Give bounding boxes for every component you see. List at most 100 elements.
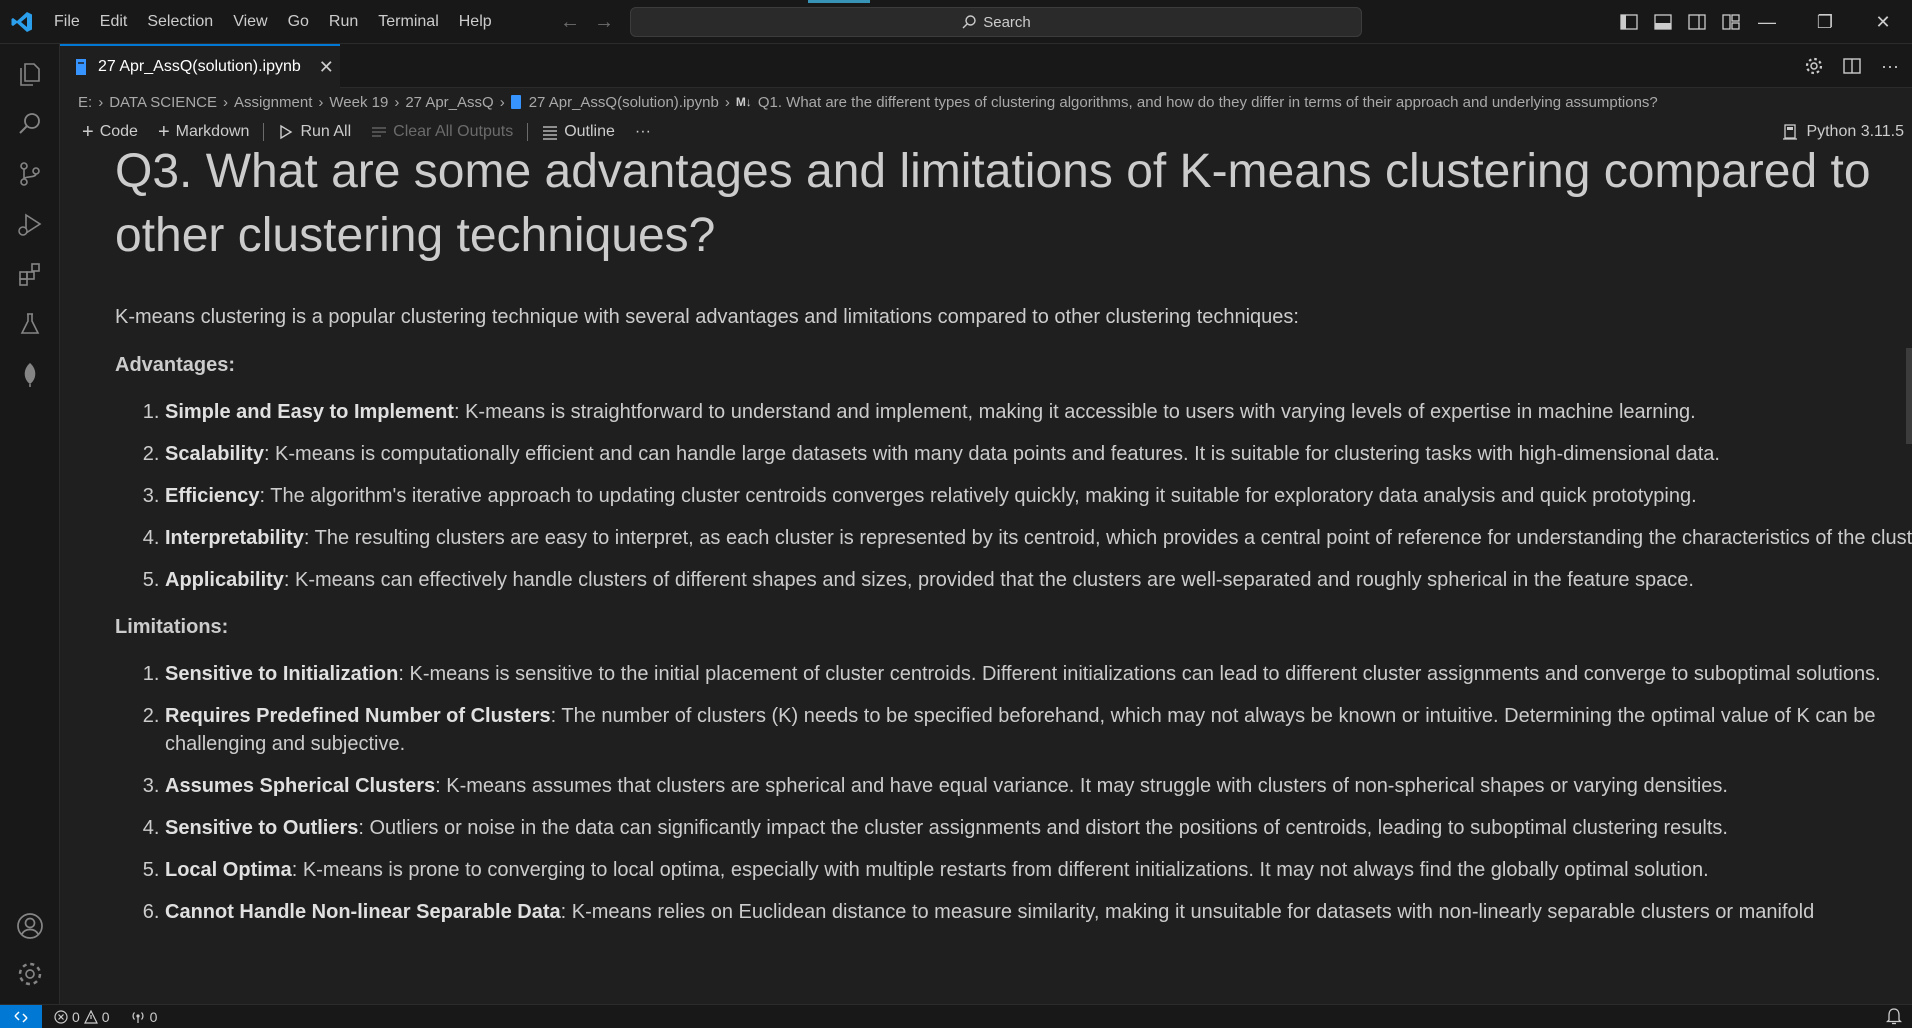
problems-indicator[interactable]: 0 0 [54,1009,110,1025]
broadcast-icon [132,1011,144,1023]
list-item: Efficiency: The algorithm's iterative ap… [165,482,1912,510]
menu-file[interactable]: File [44,0,90,44]
editor-tab[interactable]: 27 Apr_AssQ(solution).ipynb ✕ [60,44,340,88]
add-markdown-label: Markdown [175,123,250,140]
accent-mark [808,0,870,3]
breadcrumb-folder-assignment[interactable]: Assignment [234,94,312,111]
manage-gear-icon[interactable] [10,954,50,994]
tab-actions: ··· [1802,52,1902,80]
menu-selection[interactable]: Selection [137,0,223,44]
restore-icon[interactable]: ❐ [1796,0,1854,44]
explorer-icon[interactable] [10,54,50,94]
warning-count: 0 [101,1008,110,1025]
breadcrumb-folder-assq[interactable]: 27 Apr_AssQ [405,94,493,111]
window-controls: — ❐ ✕ [1738,0,1912,44]
markdown-cell[interactable]: Q3. What are some advantages and limitat… [115,148,1912,940]
run-all-label: Run All [300,123,352,140]
run-debug-icon[interactable] [10,204,50,244]
editor-tab-bar: 27 Apr_AssQ(solution).ipynb ✕ ··· [60,44,1912,88]
ports-indicator[interactable]: 0 [130,1008,158,1025]
kernel-picker[interactable]: Python 3.11.5 [1782,116,1904,148]
chevron-right-icon: › [394,93,400,111]
advantages-heading: Advantages: [115,354,236,376]
limitations-list: Sensitive to Initialization: K-means is … [115,660,1912,926]
cell-heading: Q3. What are some advantages and limitat… [115,148,1871,262]
leaf-icon[interactable] [10,354,50,394]
menu-terminal[interactable]: Terminal [368,0,448,44]
toolbar-more-button[interactable]: ··· [625,123,661,141]
outline-button[interactable]: Outline [532,123,625,141]
breadcrumb-heading[interactable]: Q1. What are the different types of clus… [758,94,1658,111]
notebook-file-icon [510,95,521,109]
chevron-right-icon: › [724,93,730,111]
list-item: Applicability: K-means can effectively h… [165,566,1912,594]
source-control-icon[interactable] [10,154,50,194]
markdown-icon: M↓ [735,95,752,109]
extensions-icon[interactable] [10,254,50,294]
limitations-heading: Limitations: [115,616,229,638]
search-label: Search [983,13,1031,31]
toggle-primary-sidebar-icon[interactable] [1618,8,1640,36]
toggle-panel-icon[interactable] [1652,8,1674,36]
tab-title: 27 Apr_AssQ(solution).ipynb [98,58,301,75]
menu-bar: File Edit Selection View Go Run Terminal… [44,0,502,44]
menu-go[interactable]: Go [278,0,319,44]
intro-paragraph: K-means clustering is a popular clusteri… [115,306,1299,328]
remote-indicator-icon[interactable] [0,1004,42,1028]
split-editor-icon[interactable] [1840,52,1864,80]
list-item: Sensitive to Outliers: Outliers or noise… [165,814,1912,842]
close-window-icon[interactable]: ✕ [1854,0,1912,44]
forward-arrow-icon[interactable]: → [592,8,616,36]
error-icon [54,1009,68,1024]
search-view-icon[interactable] [10,104,50,144]
breadcrumb: E: › DATA SCIENCE › Assignment › Week 19 › 2… [60,88,1912,116]
minimize-icon[interactable]: — [1738,0,1796,44]
add-code-cell-button[interactable]: + Code [72,121,148,144]
activity-bar [0,44,60,1004]
list-item: Interpretability: The resulting clusters… [165,524,1912,552]
clear-all-outputs-button[interactable]: Clear All Outputs [361,123,523,141]
command-center-search[interactable]: Search [630,7,1362,37]
scrollbar-thumb[interactable] [1906,348,1912,444]
chevron-right-icon: › [318,93,324,111]
list-item: Requires Predefined Number of Clusters: … [165,702,1912,758]
run-all-button[interactable]: Run All [268,123,361,141]
clear-all-icon [372,127,387,137]
notifications-bell-icon[interactable] [1885,1007,1903,1028]
ports-count: 0 [149,1008,158,1025]
list-item: Local Optima: K-means is prone to conver… [165,856,1912,884]
clear-all-outputs-label: Clear All Outputs [393,123,514,140]
advantages-list: Simple and Easy to Implement: K-means is… [115,398,1912,594]
plus-icon: + [82,120,94,143]
breadcrumb-folder-data-science[interactable]: DATA SCIENCE [109,94,217,111]
menu-view[interactable]: View [223,0,277,44]
notebook-toolbar: + Code + Markdown Run All Clear All Outp… [60,116,1912,148]
error-count: 0 [72,1008,80,1025]
warning-icon [83,1009,98,1024]
breadcrumb-file[interactable]: 27 Apr_AssQ(solution).ipynb [529,94,719,111]
ellipsis-icon: ··· [634,123,651,140]
add-code-label: Code [99,123,138,140]
vscode-logo-icon [11,12,32,32]
back-arrow-icon[interactable]: ← [558,8,582,36]
notebook-file-icon [76,59,86,75]
breadcrumb-folder-week[interactable]: Week 19 [329,94,388,111]
account-icon[interactable] [10,906,50,946]
breadcrumb-drive[interactable]: E: [78,94,92,111]
kernel-icon [1783,124,1798,140]
outline-label: Outline [564,123,615,140]
title-bar: File Edit Selection View Go Run Terminal… [0,0,1912,44]
toggle-secondary-sidebar-icon[interactable] [1686,8,1708,36]
plus-icon: + [157,120,170,143]
list-item: Sensitive to Initialization: K-means is … [165,660,1912,688]
list-item: Simple and Easy to Implement: K-means is… [165,398,1912,426]
testing-icon[interactable] [10,304,50,344]
toolbar-divider [263,123,265,141]
settings-gear-icon[interactable] [1802,52,1826,80]
more-actions-icon[interactable]: ··· [1878,52,1902,80]
menu-help[interactable]: Help [449,0,502,44]
menu-run[interactable]: Run [319,0,368,44]
add-markdown-cell-button[interactable]: + Markdown [148,121,260,144]
menu-edit[interactable]: Edit [90,0,138,44]
tab-close-icon[interactable]: ✕ [319,57,334,78]
